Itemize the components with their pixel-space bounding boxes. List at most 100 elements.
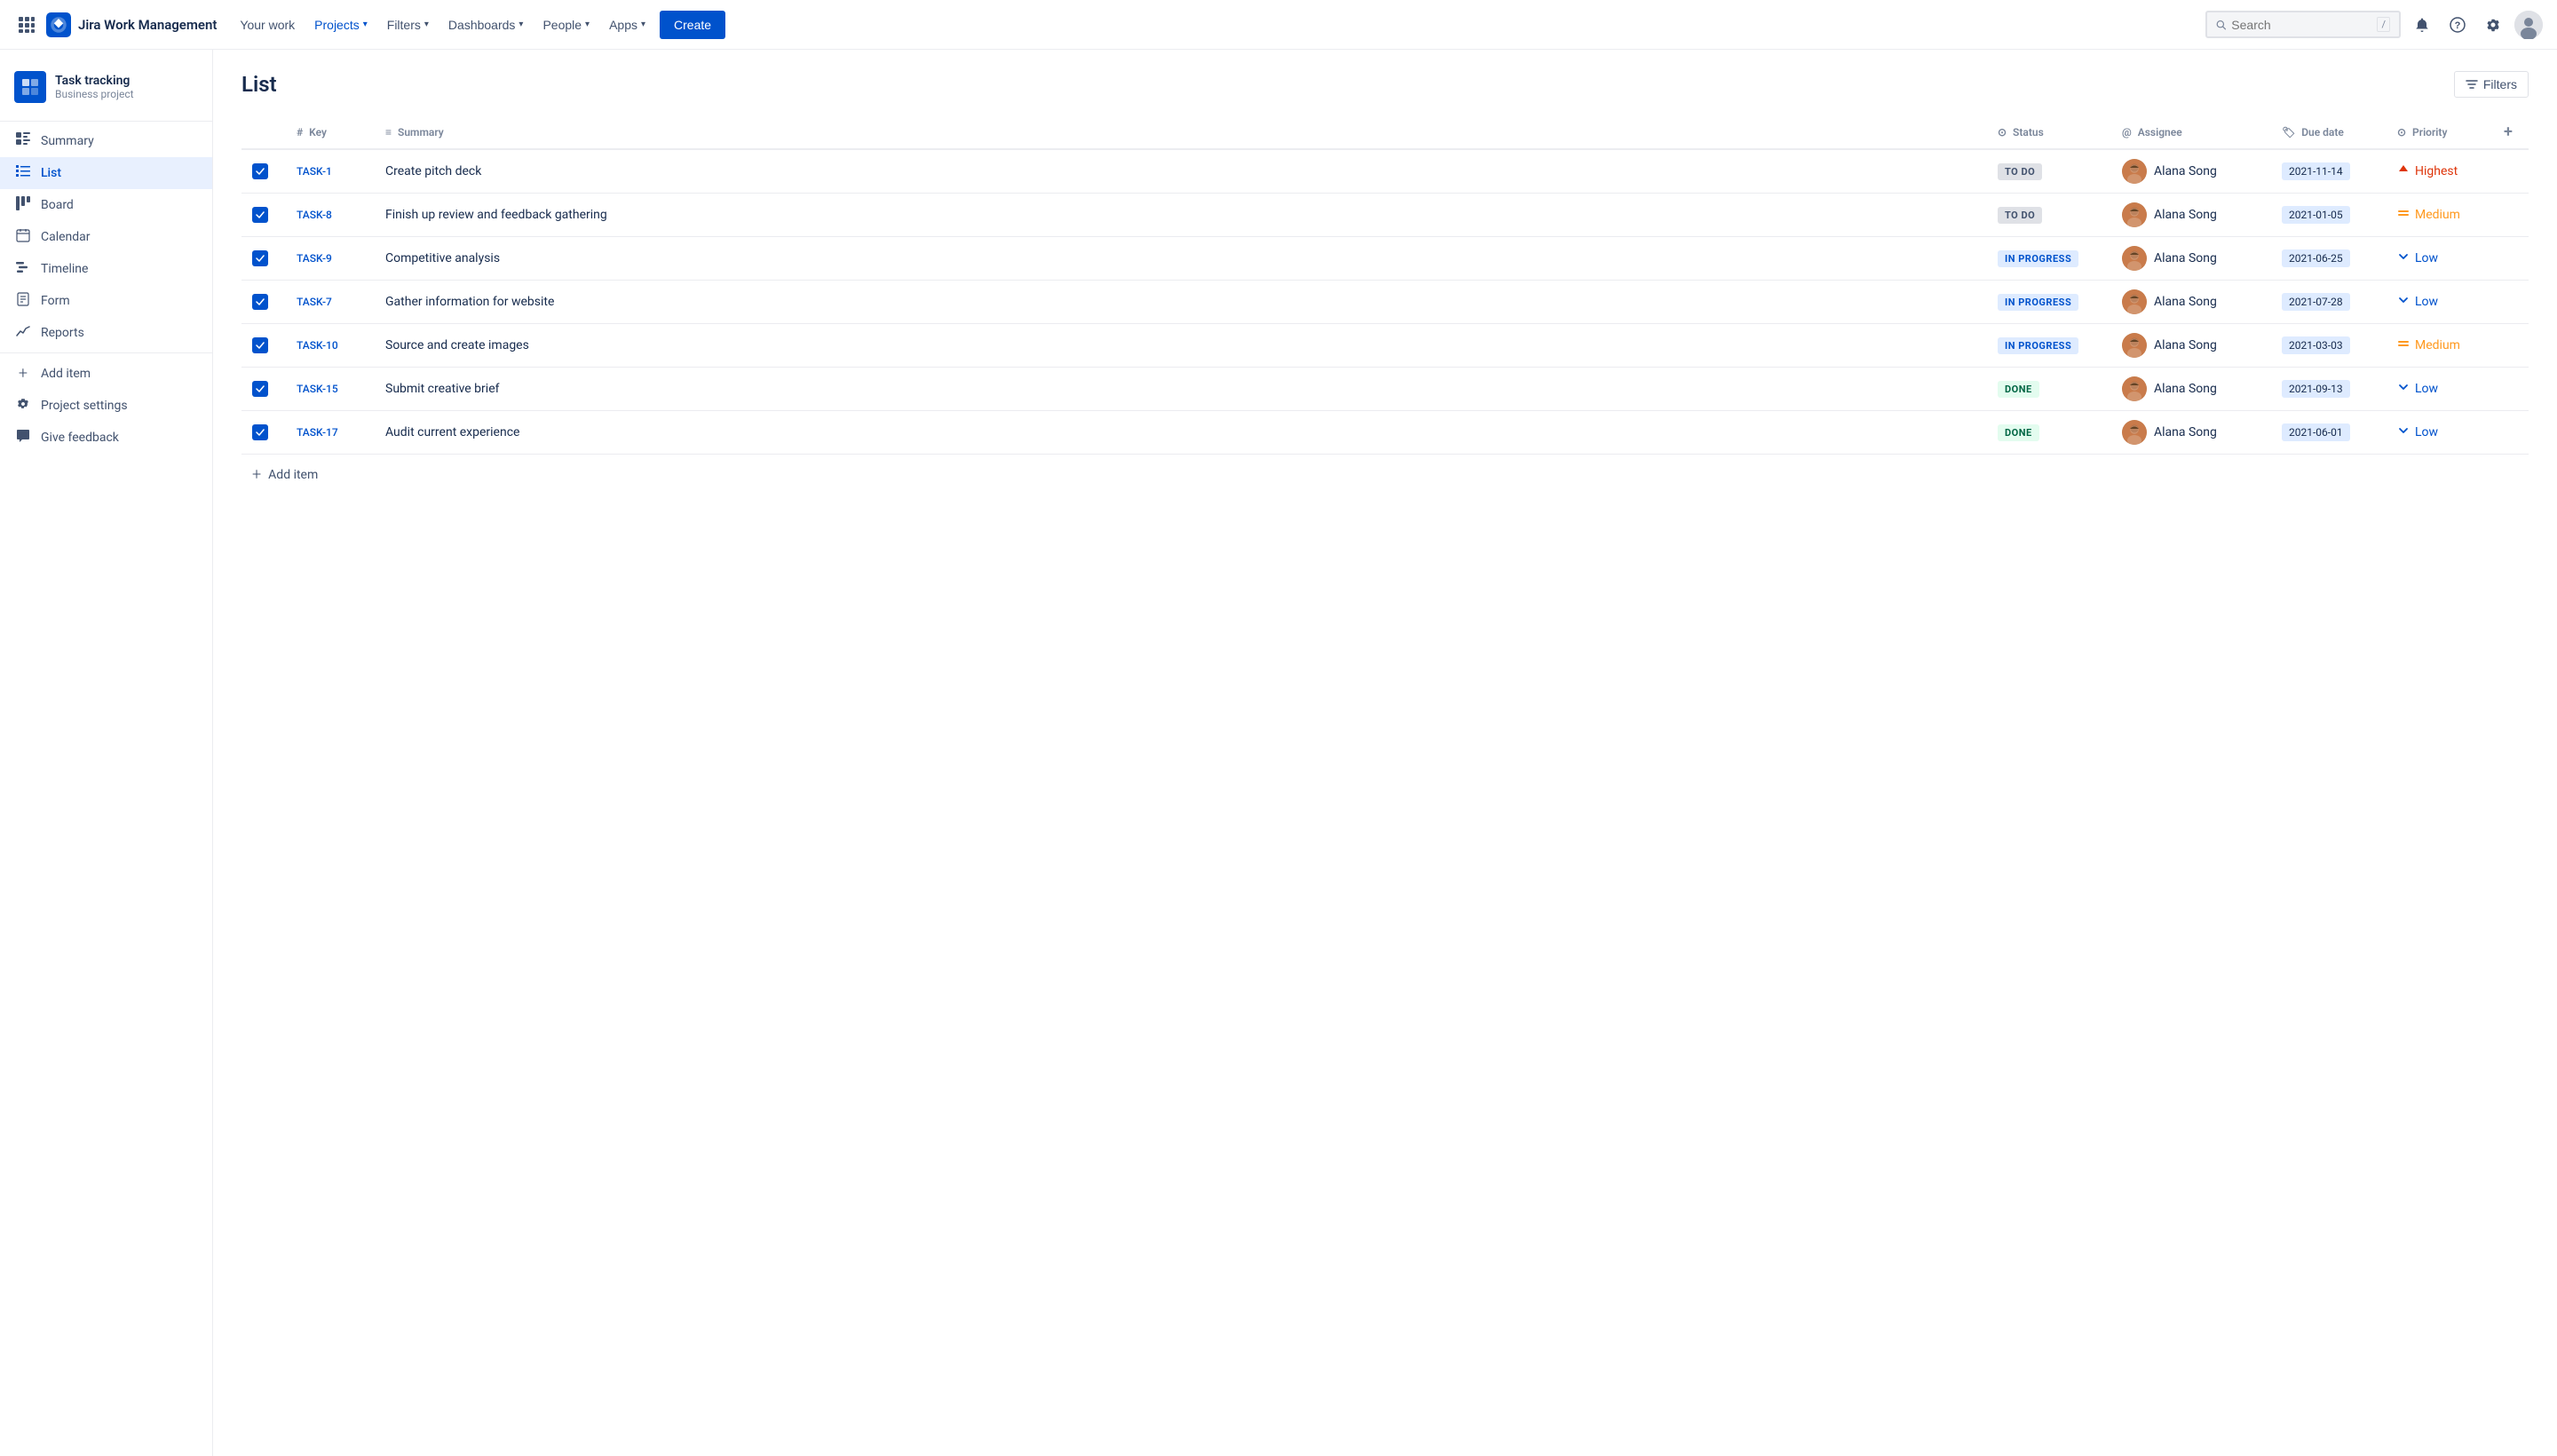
row-status-cell[interactable]: IN PROGRESS [1987, 237, 2111, 281]
grid-icon[interactable] [14, 12, 39, 37]
row-key-cell[interactable]: TASK-10 [286, 324, 375, 368]
key-hash-icon: # [297, 126, 303, 138]
nav-your-work[interactable]: Your work [231, 12, 304, 37]
sidebar-item-timeline[interactable]: Timeline [0, 253, 212, 285]
sidebar-item-form[interactable]: Form [0, 285, 212, 317]
status-badge[interactable]: TO DO [1998, 207, 2042, 224]
table-row[interactable]: TASK-10 Source and create images IN PROG… [241, 324, 2529, 368]
sidebar-item-board[interactable]: Board [0, 189, 212, 221]
row-status-cell[interactable]: IN PROGRESS [1987, 281, 2111, 324]
table-row[interactable]: TASK-17 Audit current experience DONE [241, 411, 2529, 455]
assignee-name: Alana Song [2154, 251, 2217, 265]
nav-apps[interactable]: Apps ▾ [600, 12, 654, 37]
status-badge[interactable]: DONE [1998, 381, 2039, 398]
row-assignee-cell: Alana Song [2111, 281, 2271, 324]
table-row[interactable]: TASK-8 Finish up review and feedback gat… [241, 194, 2529, 237]
status-badge[interactable]: IN PROGRESS [1998, 250, 2078, 267]
sidebar-item-calendar[interactable]: Calendar [0, 221, 212, 253]
task-key[interactable]: TASK-15 [297, 383, 338, 395]
row-key-cell[interactable]: TASK-7 [286, 281, 375, 324]
priority-cell: Low [2397, 381, 2482, 397]
summary-col-icon: ≡ [385, 126, 392, 138]
status-badge[interactable]: IN PROGRESS [1998, 294, 2078, 311]
row-key-cell[interactable]: TASK-8 [286, 194, 375, 237]
row-checkbox-cell[interactable] [241, 194, 286, 237]
task-key[interactable]: TASK-10 [297, 339, 338, 352]
nav-filters[interactable]: Filters ▾ [378, 12, 438, 37]
row-key-cell[interactable]: TASK-9 [286, 237, 375, 281]
sidebar-item-summary[interactable]: Summary [0, 125, 212, 157]
sidebar-item-give-feedback[interactable]: Give feedback [0, 422, 212, 454]
task-key[interactable]: TASK-9 [297, 252, 332, 265]
status-badge[interactable]: DONE [1998, 424, 2039, 441]
col-header-add[interactable]: + [2493, 115, 2529, 149]
row-status-cell[interactable]: DONE [1987, 368, 2111, 411]
task-key[interactable]: TASK-7 [297, 296, 332, 308]
filters-button[interactable]: Filters [2454, 71, 2529, 98]
nav-projects[interactable]: Projects ▾ [305, 12, 376, 37]
user-avatar[interactable] [2514, 11, 2543, 39]
search-box[interactable]: / [2205, 11, 2401, 38]
priority-icon [2397, 381, 2410, 397]
task-key[interactable]: TASK-1 [297, 165, 332, 178]
due-date-badge: 2021-07-28 [2282, 293, 2350, 311]
status-badge[interactable]: TO DO [1998, 163, 2042, 180]
row-duedate-cell: 2021-11-14 [2271, 149, 2387, 194]
nav-people[interactable]: People ▾ [534, 12, 598, 37]
sidebar-item-list[interactable]: List [0, 157, 212, 189]
row-key-cell[interactable]: TASK-15 [286, 368, 375, 411]
row-key-cell[interactable]: TASK-17 [286, 411, 375, 455]
project-info: Task tracking Business project [55, 74, 198, 100]
row-status-cell[interactable]: TO DO [1987, 194, 2111, 237]
row-checkbox-cell[interactable] [241, 281, 286, 324]
app-logo[interactable]: Jira Work Management [46, 12, 217, 37]
task-key[interactable]: TASK-17 [297, 426, 338, 439]
assignee-cell: Alana Song [2122, 202, 2260, 227]
row-checkbox-cell[interactable] [241, 368, 286, 411]
assignee-avatar [2122, 246, 2147, 271]
help-button[interactable]: ? [2443, 11, 2472, 39]
row-checkbox[interactable] [252, 424, 268, 440]
row-checkbox-cell[interactable] [241, 149, 286, 194]
add-item-row[interactable]: + Add item [241, 455, 2529, 495]
assignee-name: Alana Song [2154, 164, 2217, 178]
status-badge[interactable]: IN PROGRESS [1998, 337, 2078, 354]
row-checkbox[interactable] [252, 250, 268, 266]
search-input[interactable] [2231, 18, 2371, 32]
row-checkbox-cell[interactable] [241, 324, 286, 368]
task-summary: Audit current experience [385, 425, 519, 439]
sidebar-item-project-settings[interactable]: Project settings [0, 390, 212, 422]
row-status-cell[interactable]: IN PROGRESS [1987, 324, 2111, 368]
table-row[interactable]: TASK-1 Create pitch deck TO DO [241, 149, 2529, 194]
table-row[interactable]: TASK-15 Submit creative brief DONE [241, 368, 2529, 411]
notifications-button[interactable] [2408, 11, 2436, 39]
settings-button[interactable] [2479, 11, 2507, 39]
sidebar-item-reports[interactable]: Reports [0, 317, 212, 349]
assignee-cell: Alana Song [2122, 333, 2260, 358]
row-checkbox[interactable] [252, 207, 268, 223]
row-checkbox-cell[interactable] [241, 237, 286, 281]
row-checkbox-cell[interactable] [241, 411, 286, 455]
add-column-icon[interactable]: + [2504, 123, 2513, 141]
col-header-summary: ≡ Summary [375, 115, 1987, 149]
assignee-col-icon: @ [2122, 126, 2132, 138]
row-key-cell[interactable]: TASK-1 [286, 149, 375, 194]
row-checkbox[interactable] [252, 294, 268, 310]
status-col-icon: ⊙ [1998, 126, 2007, 138]
row-checkbox[interactable] [252, 381, 268, 397]
create-button[interactable]: Create [660, 11, 725, 39]
nav-dashboards[interactable]: Dashboards ▾ [439, 12, 533, 37]
page-title: List [241, 72, 277, 97]
projects-chevron-icon: ▾ [363, 20, 368, 29]
row-duedate-cell: 2021-06-25 [2271, 237, 2387, 281]
row-duedate-cell: 2021-07-28 [2271, 281, 2387, 324]
table-row[interactable]: TASK-7 Gather information for website IN… [241, 281, 2529, 324]
task-key[interactable]: TASK-8 [297, 209, 332, 221]
row-checkbox[interactable] [252, 337, 268, 353]
row-status-cell[interactable]: TO DO [1987, 149, 2111, 194]
table-row[interactable]: TASK-9 Competitive analysis IN PROGRESS [241, 237, 2529, 281]
row-checkbox[interactable] [252, 163, 268, 179]
row-status-cell[interactable]: DONE [1987, 411, 2111, 455]
table-header: # Key ≡ Summary ⊙ Status @ Assignee [241, 115, 2529, 149]
sidebar-item-add-item[interactable]: + Add item [0, 357, 212, 390]
